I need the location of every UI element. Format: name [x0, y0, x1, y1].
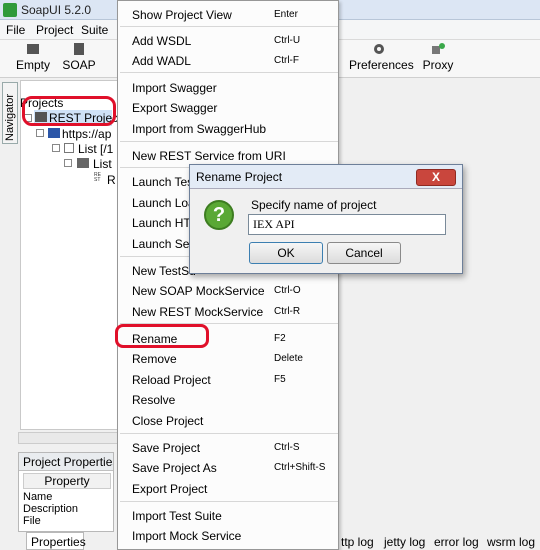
menu-item-add-wadl[interactable]: Add WADL: [132, 54, 191, 68]
menu-project[interactable]: Project: [36, 23, 73, 37]
dialog-titlebar: Rename Project X: [190, 165, 462, 189]
navigator-tab[interactable]: Navigator: [2, 82, 18, 144]
menu-separator: [120, 501, 338, 502]
menu-separator: [120, 433, 338, 434]
menu-suite[interactable]: Suite: [81, 23, 108, 37]
menu-item-show-project-view[interactable]: Show Project View: [132, 8, 232, 22]
property-file[interactable]: File: [23, 515, 41, 527]
menu-separator: [120, 26, 338, 27]
highlight-circle: [22, 96, 116, 126]
shortcut: Ctrl-R: [274, 306, 301, 317]
rename-project-dialog: Rename Project X ? Specify name of proje…: [189, 164, 463, 274]
error-log-tab[interactable]: error log: [434, 535, 479, 549]
project-context-menu: Show Project View Enter Add WSDL Ctrl-U …: [117, 0, 339, 550]
menu-file[interactable]: File: [6, 23, 25, 37]
rest-service-icon: [48, 128, 60, 138]
menu-item-export-swagger[interactable]: Export Swagger: [132, 101, 217, 115]
menu-item-import-test-suite[interactable]: Import Test Suite: [132, 509, 222, 523]
window-title: SoapUI 5.2.0: [21, 3, 92, 17]
highlight-circle: [115, 324, 209, 348]
wsrm-log-tab[interactable]: wsrm log: [487, 535, 535, 549]
request-icon: RE ST: [94, 172, 101, 183]
expand-toggle-icon[interactable]: [36, 129, 44, 137]
shortcut: Delete: [274, 353, 303, 364]
menu-item-resolve[interactable]: Resolve: [132, 393, 175, 407]
project-properties-panel: Project Properties Property Name Descrip…: [18, 452, 114, 532]
menu-item-save-project-as[interactable]: Save Project As: [132, 461, 217, 475]
menu-item-remove[interactable]: Remove: [132, 352, 177, 366]
soap-icon: [74, 43, 84, 55]
http-log-tab[interactable]: ttp log: [341, 535, 374, 549]
soapui-logo-icon: [3, 3, 17, 17]
menu-item-save-project[interactable]: Save Project: [132, 441, 200, 455]
properties-tab[interactable]: Properties: [26, 532, 86, 550]
proxy-button[interactable]: Proxy: [421, 42, 455, 76]
menu-item-import-mock-service[interactable]: Import Mock Service: [132, 529, 241, 543]
expand-toggle-icon[interactable]: [64, 159, 72, 167]
shortcut: Ctrl+Shift-S: [274, 462, 326, 473]
proxy-label: Proxy: [422, 58, 454, 72]
dialog-title: Rename Project: [196, 170, 283, 184]
shortcut: Ctrl-F: [274, 55, 299, 66]
menu-item-launch-test[interactable]: Launch Test: [132, 175, 197, 189]
preferences-button[interactable]: Preferences: [349, 42, 414, 76]
horizontal-scrollbar[interactable]: [18, 432, 118, 444]
tree-item-method[interactable]: List: [93, 157, 112, 171]
cancel-button[interactable]: Cancel: [327, 242, 401, 264]
menu-item-reload-project[interactable]: Reload Project: [132, 373, 211, 387]
method-icon: [77, 158, 89, 168]
soap-label: SOAP: [62, 58, 96, 72]
tree-item-service[interactable]: https://ap: [62, 127, 111, 141]
soap-project-button[interactable]: SOAP: [62, 42, 96, 76]
resource-icon: [64, 143, 74, 153]
menu-item-new-soap-mockservice[interactable]: New SOAP MockService: [132, 284, 265, 298]
menu-item-close-project[interactable]: Close Project: [132, 414, 203, 428]
jetty-log-tab[interactable]: jetty log: [384, 535, 425, 549]
tree-item-resource[interactable]: List [/1: [78, 142, 113, 156]
empty-label: Empty: [16, 58, 51, 72]
menu-item-export-project[interactable]: Export Project: [132, 482, 207, 496]
shortcut: Ctrl-S: [274, 442, 300, 453]
properties-header: Project Properties: [19, 453, 113, 471]
preferences-label: Preferences: [349, 58, 414, 72]
question-icon: ?: [204, 200, 234, 230]
shortcut: Ctrl-U: [274, 35, 301, 46]
menu-item-new-rest-mockservice[interactable]: New REST MockService: [132, 305, 263, 319]
menu-item-import-swagger[interactable]: Import Swagger: [132, 81, 217, 95]
menu-separator: [120, 141, 338, 142]
shortcut: F2: [274, 333, 286, 344]
gear-icon: [374, 44, 384, 54]
ok-button[interactable]: OK: [249, 242, 323, 264]
menu-item-new-testsuite[interactable]: New TestSu: [132, 264, 196, 278]
navigator-tab-label: Navigator: [4, 93, 16, 141]
close-button[interactable]: X: [416, 169, 456, 186]
folder-icon: [27, 44, 39, 54]
menu-item-add-wsdl[interactable]: Add WSDL: [132, 34, 191, 48]
shortcut: Enter: [274, 9, 298, 20]
menu-separator: [120, 72, 338, 73]
tree-item-request[interactable]: R: [107, 173, 116, 187]
shortcut: F5: [274, 374, 286, 385]
dialog-prompt: Specify name of project: [251, 198, 377, 212]
project-name-input[interactable]: IEX API: [248, 214, 446, 235]
property-name[interactable]: Name: [23, 491, 52, 503]
shortcut: Ctrl-O: [274, 285, 301, 296]
empty-project-button[interactable]: Empty: [16, 42, 50, 76]
expand-toggle-icon[interactable]: [52, 144, 60, 152]
menu-item-import-swaggerhub[interactable]: Import from SwaggerHub: [132, 122, 266, 136]
proxy-icon: [432, 43, 445, 54]
property-description[interactable]: Description: [23, 503, 78, 515]
property-column-header[interactable]: Property: [23, 473, 111, 489]
menu-item-new-rest-service[interactable]: New REST Service from URI: [132, 149, 286, 163]
